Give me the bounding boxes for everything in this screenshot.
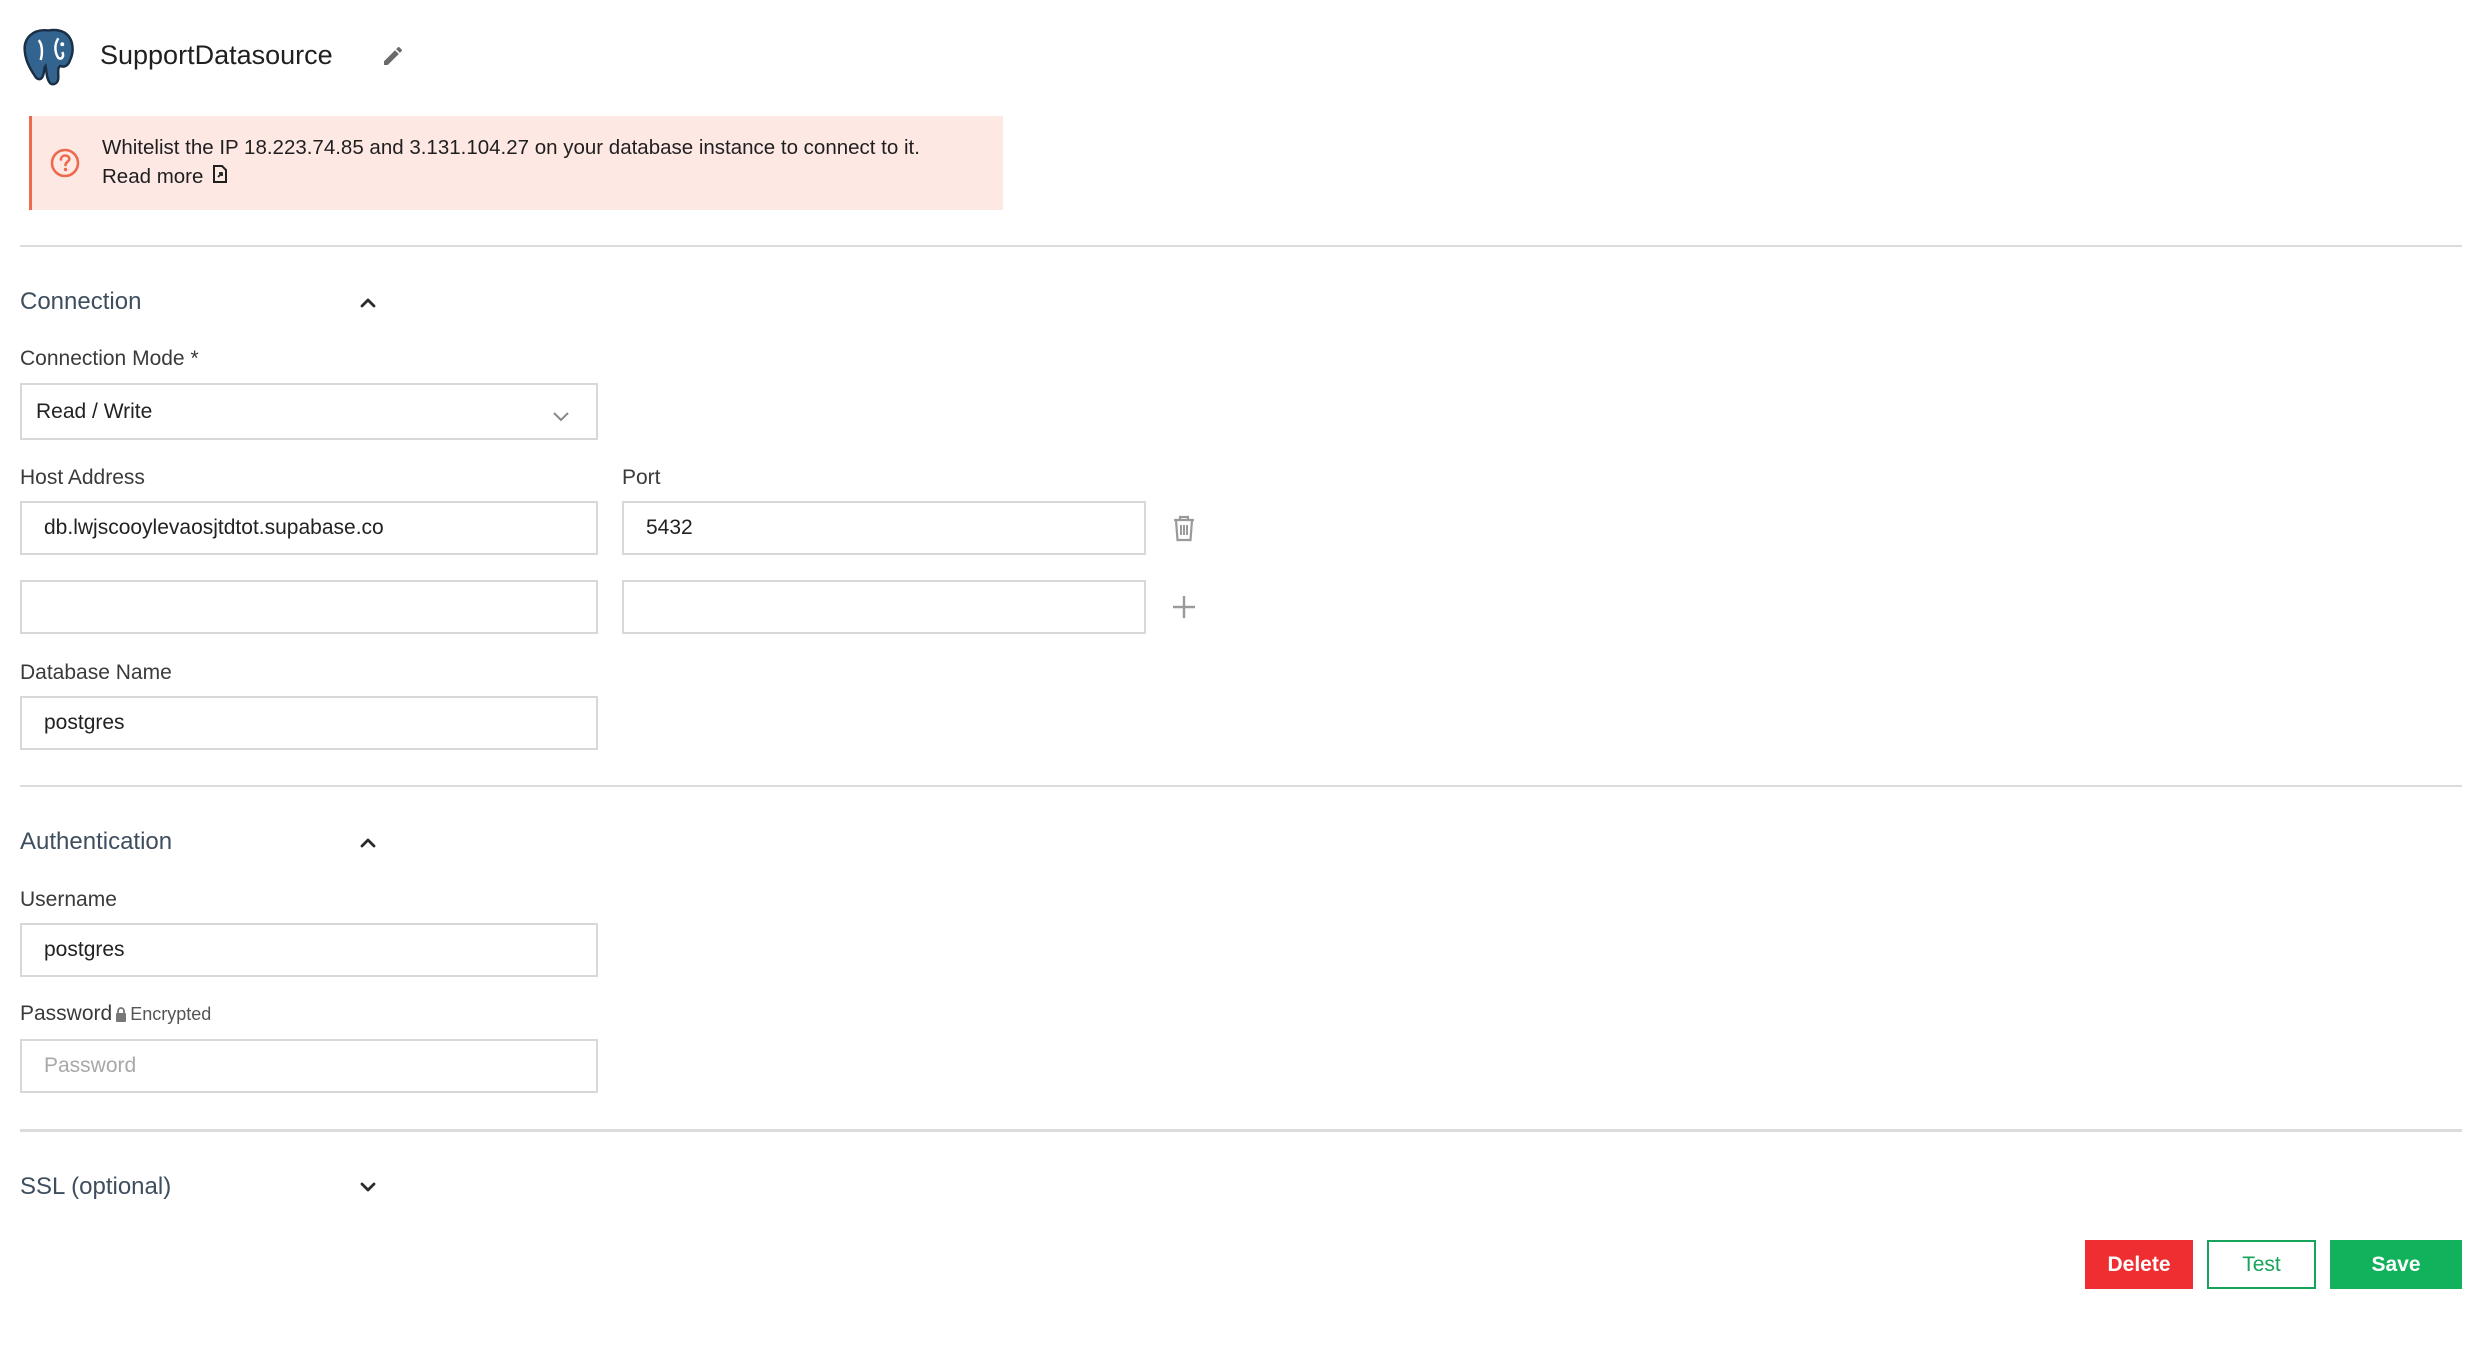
trash-icon[interactable] [1170,513,1198,543]
banner-text: Whitelist the IP 18.223.74.85 and 3.131.… [102,136,920,159]
test-button[interactable]: Test [2207,1240,2316,1289]
connection-mode-value: Read / Write [36,399,153,423]
password-label: Password [20,1002,113,1025]
username-input[interactable] [20,923,598,977]
plus-icon[interactable] [1170,593,1198,621]
divider [20,785,2462,787]
postgresql-elephant-icon [19,26,78,88]
divider [20,1129,2462,1132]
connection-mode-label: Connection Mode * [20,347,199,370]
host-address-input-2[interactable] [20,580,598,634]
chevron-down-icon[interactable] [356,1175,380,1199]
chevron-up-icon[interactable] [356,291,380,315]
encrypted-label: Encrypted [130,1003,212,1024]
chevron-down-icon [552,405,570,422]
read-more-link[interactable]: Read more [102,164,229,190]
password-label-row: Password Encrypted [20,1002,211,1026]
pencil-icon[interactable] [381,44,407,70]
ssl-section-title: SSL (optional) [20,1173,172,1200]
external-doc-icon [211,164,229,190]
authentication-section-title: Authentication [20,828,173,855]
divider [20,245,2462,247]
question-circle-icon [49,147,81,179]
chevron-up-icon[interactable] [356,831,380,855]
datasource-editor: SupportDatasource Whitelist the IP 18.22… [0,0,2476,1364]
save-button[interactable]: Save [2330,1240,2462,1289]
port-label: Port [622,466,661,489]
database-name-input[interactable] [20,696,598,750]
delete-button[interactable]: Delete [2085,1240,2193,1289]
host-address-label: Host Address [20,466,145,489]
read-more-label: Read more [102,165,204,188]
connection-section-title: Connection [20,288,142,315]
port-input[interactable] [622,501,1146,555]
database-name-label: Database Name [20,661,172,684]
lock-icon [114,1006,128,1023]
port-input-2[interactable] [622,580,1146,634]
datasource-name: SupportDatasource [100,40,333,70]
username-label: Username [20,888,117,911]
password-input[interactable] [20,1039,598,1093]
connection-mode-select[interactable]: Read / Write [20,383,598,440]
host-address-input[interactable] [20,501,598,555]
